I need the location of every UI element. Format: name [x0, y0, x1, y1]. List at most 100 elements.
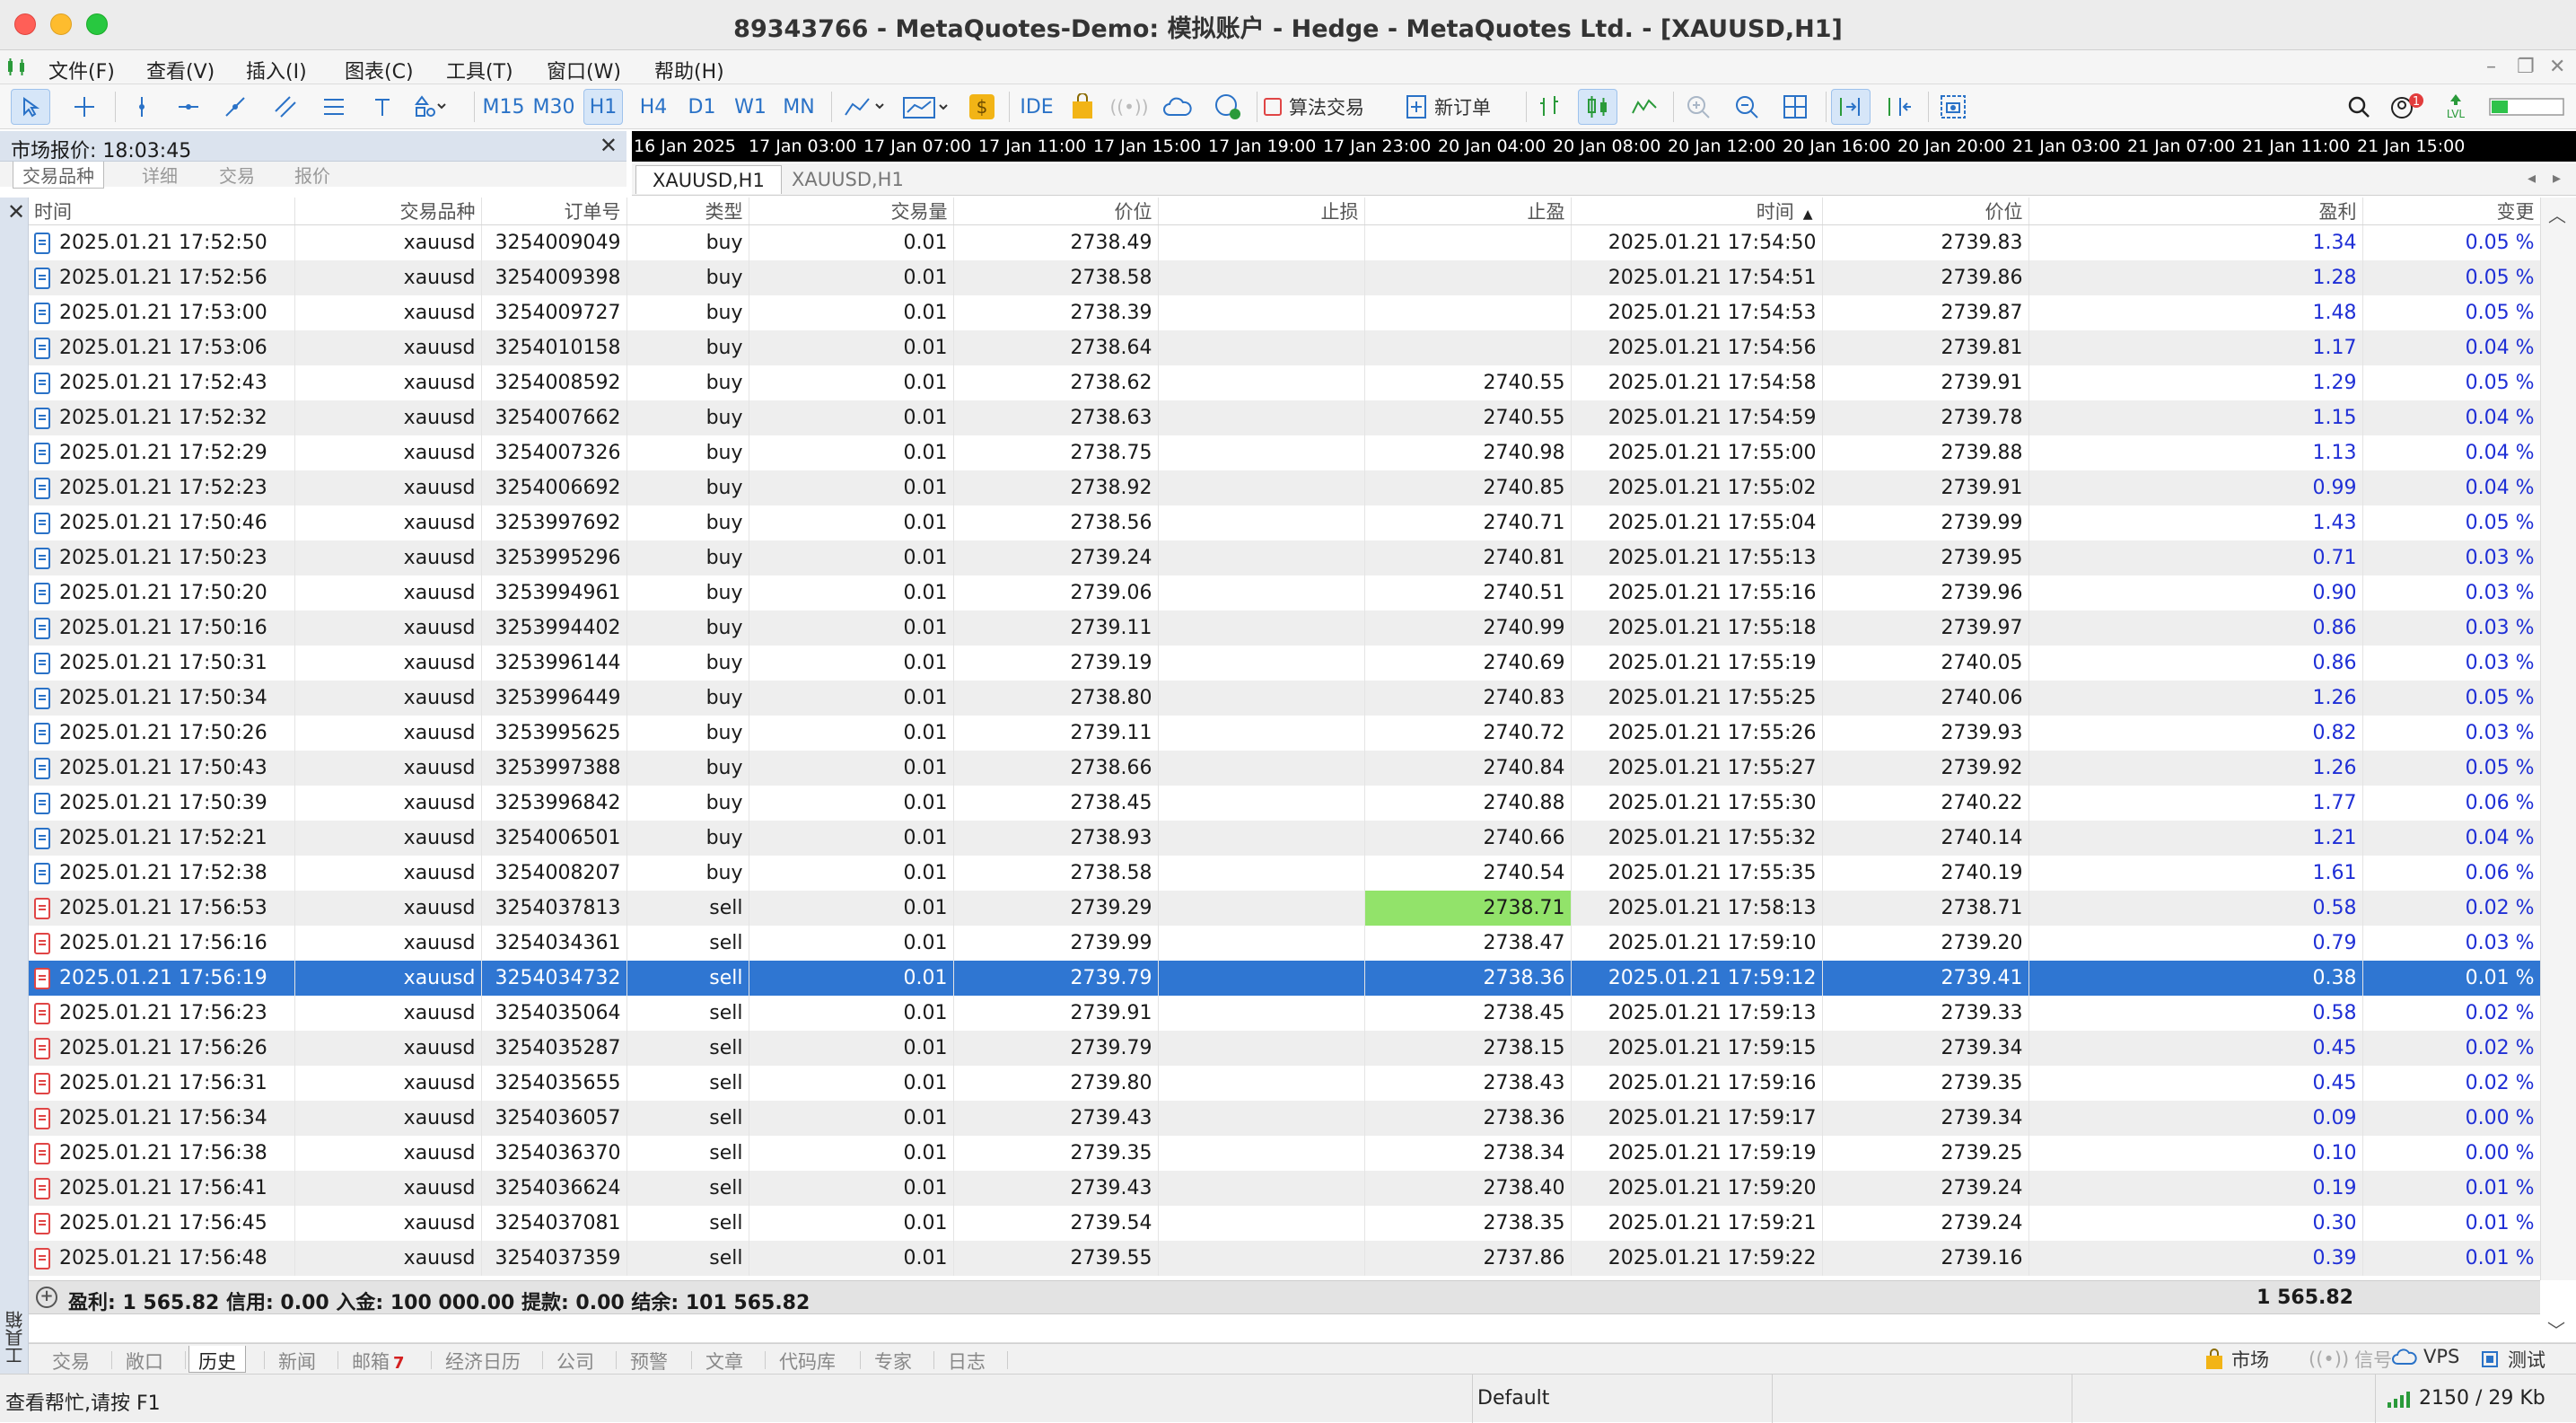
- channel-button[interactable]: [267, 89, 303, 125]
- tab-news[interactable]: 新闻: [269, 1346, 325, 1373]
- tab-company[interactable]: 公司: [548, 1346, 603, 1373]
- column-header[interactable]: 交易品种: [294, 198, 482, 225]
- menu-charts[interactable]: 图表(C): [345, 56, 414, 84]
- level-button[interactable]: LVL: [2438, 89, 2474, 125]
- tester-link[interactable]: 测试: [2479, 1346, 2545, 1373]
- table-row[interactable]: 2025.01.21 17:50:39 xauusd 3253996842 buy 0.…: [29, 785, 2540, 821]
- minimize-child-icon[interactable]: –: [2486, 56, 2496, 78]
- screenshot-button[interactable]: [1933, 89, 1973, 125]
- chart-app-icon[interactable]: [5, 57, 29, 77]
- tab-journal[interactable]: 日志: [939, 1346, 994, 1373]
- column-header[interactable]: 止损: [1158, 198, 1365, 225]
- zoom-in-button[interactable]: [1680, 89, 1716, 125]
- table-row[interactable]: 2025.01.21 17:52:29 xauusd 3254007326 buy 0.…: [29, 435, 2540, 470]
- tab-experts[interactable]: 专家: [865, 1346, 921, 1373]
- table-row[interactable]: 2025.01.21 17:52:21 xauusd 3254006501 buy 0.…: [29, 820, 2540, 856]
- close-child-icon[interactable]: ✕: [2549, 56, 2565, 78]
- crosshair-tool-button[interactable]: [66, 89, 102, 125]
- vertical-line-button[interactable]: [124, 89, 160, 125]
- tab-history[interactable]: 历史: [188, 1346, 246, 1373]
- table-row[interactable]: 2025.01.21 17:56:38 xauusd 3254036370 sell 0…: [29, 1135, 2540, 1171]
- column-header[interactable]: 时间: [29, 198, 295, 225]
- menu-insert[interactable]: 插入(I): [246, 56, 307, 84]
- tab-code-base[interactable]: 代码库: [770, 1346, 845, 1373]
- close-icon[interactable]: ✕: [600, 133, 618, 158]
- table-row[interactable]: 2025.01.21 17:53:06 xauusd 3254010158 buy 0.…: [29, 329, 2540, 365]
- table-row[interactable]: 2025.01.21 17:52:43 xauusd 3254008592 buy 0.…: [29, 365, 2540, 400]
- tab-symbols[interactable]: 交易品种: [13, 162, 104, 189]
- column-header[interactable]: 价位: [1822, 198, 2029, 225]
- table-row[interactable]: 2025.01.21 17:56:31 xauusd 3254035655 sell 0…: [29, 1065, 2540, 1101]
- market-link[interactable]: 市场: [2204, 1346, 2269, 1373]
- scroll-up-icon[interactable]: ︿: [2548, 201, 2566, 227]
- column-header[interactable]: 价位: [953, 198, 1159, 225]
- tab-mailbox[interactable]: 邮箱 7: [343, 1346, 414, 1373]
- candlestick-button[interactable]: [1578, 89, 1617, 125]
- table-row[interactable]: 2025.01.21 17:50:46 xauusd 3253997692 buy 0.…: [29, 505, 2540, 540]
- algo-trading-button[interactable]: 算法交易: [1264, 89, 1382, 125]
- table-row[interactable]: 2025.01.21 17:50:34 xauusd 3253996449 buy 0.…: [29, 680, 2540, 716]
- signals-button[interactable]: ((•)): [1110, 89, 1149, 125]
- line-chart-button[interactable]: [1626, 89, 1662, 125]
- column-header[interactable]: 止盈: [1364, 198, 1572, 225]
- close-toolbox-icon[interactable]: ✕: [7, 199, 25, 224]
- column-header[interactable]: 时间 ▲: [1571, 198, 1823, 225]
- bar-chart-button[interactable]: [1531, 89, 1567, 125]
- restore-child-icon[interactable]: ❐: [2517, 56, 2535, 78]
- search-button[interactable]: [2341, 89, 2377, 125]
- table-row[interactable]: 2025.01.21 17:56:48 xauusd 3254037359 sell 0…: [29, 1240, 2540, 1276]
- timeframe-mn[interactable]: MN: [779, 89, 819, 125]
- menu-window[interactable]: 窗口(W): [547, 56, 621, 84]
- column-header[interactable]: 交易量: [749, 198, 954, 225]
- shapes-dropdown-button[interactable]: [409, 89, 452, 125]
- cursor-tool-button[interactable]: [11, 89, 50, 125]
- tab-ticks[interactable]: 报价: [294, 162, 330, 188]
- chart-shift-button[interactable]: [1879, 89, 1919, 125]
- status-profile[interactable]: Default: [1477, 1387, 1549, 1410]
- scroll-down-icon[interactable]: ﹀: [2547, 1316, 2565, 1342]
- table-row[interactable]: 2025.01.21 17:52:50 xauusd 3254009049 buy 0.…: [29, 224, 2540, 260]
- table-row[interactable]: 2025.01.21 17:52:38 xauusd 3254008207 buy 0.…: [29, 855, 2540, 891]
- table-row[interactable]: 2025.01.21 17:50:26 xauusd 3253995625 buy 0.…: [29, 715, 2540, 751]
- table-row[interactable]: 2025.01.21 17:50:16 xauusd 3253994402 buy 0.…: [29, 610, 2540, 646]
- fibonacci-button[interactable]: [316, 89, 352, 125]
- table-row[interactable]: 2025.01.21 17:56:45 xauusd 3254037081 sell 0…: [29, 1205, 2540, 1241]
- table-row[interactable]: 2025.01.21 17:56:34 xauusd 3254036057 sell 0…: [29, 1100, 2540, 1136]
- timeframe-h4[interactable]: H4: [634, 89, 673, 125]
- table-row[interactable]: 2025.01.21 17:56:23 xauusd 3254035064 sell 0…: [29, 995, 2540, 1031]
- table-row[interactable]: 2025.01.21 17:56:53 xauusd 3254037813 sell 0…: [29, 890, 2540, 926]
- community-button[interactable]: [1210, 89, 1246, 125]
- vps-link[interactable]: VPS: [2391, 1346, 2459, 1367]
- column-header[interactable]: 类型: [626, 198, 749, 225]
- timeframe-m15[interactable]: M15: [483, 89, 525, 125]
- tab-calendar[interactable]: 经济日历: [436, 1346, 530, 1373]
- expand-plus-icon[interactable]: +: [36, 1287, 57, 1308]
- table-row[interactable]: 2025.01.21 17:52:56 xauusd 3254009398 buy 0.…: [29, 259, 2540, 295]
- menu-tools[interactable]: 工具(T): [446, 56, 513, 84]
- trading-dollar-button[interactable]: $: [966, 89, 998, 125]
- column-header[interactable]: 变更: [2362, 198, 2540, 225]
- chart-tab[interactable]: XAUUSD,H1: [775, 165, 920, 194]
- tile-windows-button[interactable]: [1777, 89, 1813, 125]
- timeframe-w1[interactable]: W1: [731, 89, 770, 125]
- auto-scroll-button[interactable]: [1831, 89, 1871, 125]
- table-row[interactable]: 2025.01.21 17:50:31 xauusd 3253996144 buy 0.…: [29, 645, 2540, 681]
- timeframe-h1[interactable]: H1: [583, 89, 623, 125]
- zoom-out-button[interactable]: [1729, 89, 1765, 125]
- column-header[interactable]: 盈利: [2028, 198, 2363, 225]
- tab-alerts[interactable]: 预警: [621, 1346, 677, 1373]
- trendline-button[interactable]: [217, 89, 253, 125]
- text-tool-button[interactable]: [366, 89, 399, 125]
- new-order-button[interactable]: 新订单: [1406, 89, 1513, 125]
- chart-tab-prev-icon[interactable]: ◂: [2528, 169, 2536, 188]
- timeframe-d1[interactable]: D1: [682, 89, 722, 125]
- tab-trade[interactable]: 交易: [43, 1346, 99, 1373]
- table-row[interactable]: 2025.01.21 17:50:23 xauusd 3253995296 buy 0.…: [29, 540, 2540, 575]
- column-header[interactable]: 订单号: [481, 198, 627, 225]
- table-row[interactable]: 2025.01.21 17:56:26 xauusd 3254035287 sell 0…: [29, 1030, 2540, 1066]
- market-bag-button[interactable]: [1066, 89, 1099, 125]
- signals-link[interactable]: ((•)) 信号: [2309, 1346, 2392, 1373]
- account-notifications-button[interactable]: 1: [2388, 89, 2427, 125]
- tab-details[interactable]: 详细: [142, 162, 178, 188]
- timeframe-m30[interactable]: M30: [531, 89, 576, 125]
